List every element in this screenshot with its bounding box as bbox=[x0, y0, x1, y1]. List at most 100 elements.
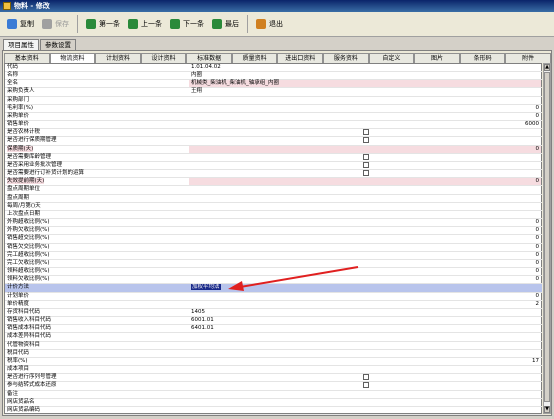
field-value[interactable] bbox=[189, 399, 541, 406]
table-row[interactable]: 是否需要进行订补货计划的运算 bbox=[5, 170, 542, 179]
toolbar-button-0[interactable]: 复制 bbox=[3, 14, 38, 34]
field-value[interactable]: 0 bbox=[189, 113, 541, 120]
field-value[interactable]: 0 bbox=[189, 105, 541, 112]
field-value[interactable]: 17 bbox=[189, 358, 541, 365]
table-row[interactable]: 单价精度 2 bbox=[5, 301, 542, 309]
table-row[interactable]: 税目代码 bbox=[5, 350, 542, 358]
table-row[interactable]: 销售超交比例(%) 0 bbox=[5, 235, 542, 244]
checkbox[interactable] bbox=[363, 382, 369, 389]
field-value[interactable]: 0 bbox=[189, 219, 541, 226]
table-row[interactable]: 采购部门 bbox=[5, 97, 542, 105]
toolbar-button-6[interactable]: 退出 bbox=[252, 14, 287, 34]
table-row[interactable]: 完工超收比例(%) 0 bbox=[5, 252, 542, 260]
toolbar-button-2[interactable]: 第一条 bbox=[82, 14, 124, 34]
field-value[interactable] bbox=[189, 153, 541, 161]
field-value[interactable]: 1.01.04.02 bbox=[189, 64, 541, 71]
field-value[interactable] bbox=[189, 342, 541, 349]
field-value[interactable]: 王翔 bbox=[189, 88, 541, 95]
inner-tab-1[interactable]: 物流资料 bbox=[49, 53, 96, 63]
table-row[interactable]: 保质期(天) 0 bbox=[5, 145, 542, 154]
table-row[interactable]: 外购欠收比例(%) 0 bbox=[5, 227, 542, 236]
table-row[interactable]: 税率(%) 17 bbox=[5, 358, 542, 367]
field-value[interactable] bbox=[189, 137, 541, 144]
field-value[interactable]: 6000 bbox=[189, 121, 541, 128]
inner-tab-5[interactable]: 质量资料 bbox=[231, 53, 278, 63]
toolbar-button-5[interactable]: 最后 bbox=[208, 14, 243, 34]
field-value[interactable]: 0 bbox=[189, 145, 541, 153]
field-value[interactable] bbox=[189, 170, 541, 177]
field-value[interactable]: 0 bbox=[189, 252, 541, 259]
table-row[interactable]: 是否进行保质期管理 bbox=[5, 137, 542, 146]
field-value[interactable] bbox=[189, 374, 541, 381]
inner-tab-10[interactable]: 条形码 bbox=[459, 53, 506, 63]
field-value[interactable] bbox=[189, 350, 541, 357]
table-row[interactable]: 存货科目代码 1405 bbox=[5, 309, 542, 318]
table-row[interactable]: 领料欠收比例(%) 0 bbox=[5, 276, 542, 285]
table-row[interactable]: 代码 1.01.04.02 bbox=[5, 64, 542, 73]
table-row[interactable]: 参与结转式成本还原 bbox=[5, 382, 542, 391]
field-value[interactable] bbox=[189, 407, 541, 414]
field-value[interactable] bbox=[189, 97, 541, 104]
field-value[interactable]: 0 bbox=[189, 235, 541, 242]
field-value[interactable] bbox=[189, 129, 541, 136]
checkbox[interactable] bbox=[363, 153, 369, 160]
inner-tab-3[interactable]: 设计资料 bbox=[140, 53, 187, 63]
table-row[interactable]: 采购单价 0 bbox=[5, 113, 542, 122]
field-value[interactable] bbox=[189, 161, 541, 169]
table-row[interactable]: 上次盘点日期 bbox=[5, 211, 542, 220]
field-value[interactable]: 0 bbox=[189, 227, 541, 234]
table-row[interactable]: 外购超收比例(%) 0 bbox=[5, 219, 542, 228]
table-row[interactable]: 采购负责人 王翔 bbox=[5, 88, 542, 97]
table-row[interactable]: 是否采用业务批次管理 bbox=[5, 161, 542, 171]
vertical-scrollbar[interactable]: ▲ ▼ bbox=[543, 63, 551, 414]
inner-tab-7[interactable]: 服务资料 bbox=[323, 53, 369, 63]
table-row[interactable]: 成本项目 bbox=[5, 366, 542, 375]
field-value[interactable] bbox=[189, 195, 541, 202]
checkbox[interactable] bbox=[363, 170, 369, 177]
scroll-down-icon[interactable]: ▼ bbox=[544, 406, 550, 413]
field-value[interactable] bbox=[189, 203, 541, 210]
scroll-thumb[interactable] bbox=[544, 72, 550, 402]
inner-tab-4[interactable]: 标准数据 bbox=[186, 53, 232, 63]
table-row[interactable]: 盘点周期单位 bbox=[5, 186, 542, 195]
field-value[interactable]: 0 bbox=[189, 268, 541, 275]
table-row[interactable]: 网店货品名 bbox=[5, 399, 542, 407]
field-value[interactable] bbox=[189, 382, 541, 389]
field-value[interactable] bbox=[189, 186, 541, 193]
inner-tab-9[interactable]: 图片 bbox=[414, 53, 460, 63]
table-row[interactable]: 销售欠交比例(%) 0 bbox=[5, 244, 542, 252]
table-row[interactable]: 失效提前期(天) 0 bbox=[5, 178, 542, 187]
toolbar-button-4[interactable]: 下一条 bbox=[166, 14, 208, 34]
table-row[interactable]: 盘点周期 bbox=[5, 195, 542, 203]
table-row[interactable]: 代管物资科目 bbox=[5, 342, 542, 350]
outer-tab-1[interactable]: 参数设置 bbox=[40, 39, 76, 50]
table-row[interactable]: 成本差异科目代码 bbox=[5, 333, 542, 342]
field-value[interactable] bbox=[189, 333, 541, 340]
field-value[interactable] bbox=[189, 366, 541, 373]
inner-tab-6[interactable]: 进出口资料 bbox=[277, 53, 324, 63]
table-row[interactable]: 销售单价 6000 bbox=[5, 121, 542, 130]
inner-tab-11[interactable]: 附件 bbox=[505, 53, 551, 63]
field-value[interactable]: 2 bbox=[189, 301, 541, 308]
checkbox[interactable] bbox=[363, 137, 369, 144]
checkbox[interactable] bbox=[363, 374, 369, 381]
table-row[interactable]: 计价方法 加权平均法 bbox=[5, 284, 542, 293]
outer-tab-0[interactable]: 项目属性 bbox=[3, 39, 39, 50]
field-value[interactable] bbox=[189, 211, 541, 218]
table-row[interactable]: 全名 机械类_柴油机_柴油机_轴承组_内圈 bbox=[5, 80, 542, 89]
field-value[interactable]: 6001.01 bbox=[189, 317, 541, 324]
field-value[interactable] bbox=[189, 391, 541, 398]
field-value[interactable]: 加权平均法 bbox=[189, 284, 541, 291]
field-value[interactable]: 0 bbox=[189, 178, 541, 186]
field-value[interactable]: 内圈 bbox=[189, 72, 541, 79]
table-row[interactable]: 是否进行序列号管理 bbox=[5, 374, 542, 383]
checkbox[interactable] bbox=[363, 129, 369, 136]
table-row[interactable]: 销售收入科目代码 6001.01 bbox=[5, 317, 542, 326]
toolbar-button-1[interactable]: 保存 bbox=[38, 14, 73, 34]
field-value[interactable]: 0 bbox=[189, 293, 541, 300]
field-value[interactable]: 6401.01 bbox=[189, 325, 541, 332]
field-value[interactable]: 0 bbox=[189, 260, 541, 267]
field-value[interactable]: 0 bbox=[189, 276, 541, 283]
table-row[interactable]: 计划单价 0 bbox=[5, 293, 542, 301]
field-value[interactable]: 机械类_柴油机_柴油机_轴承组_内圈 bbox=[189, 80, 541, 88]
